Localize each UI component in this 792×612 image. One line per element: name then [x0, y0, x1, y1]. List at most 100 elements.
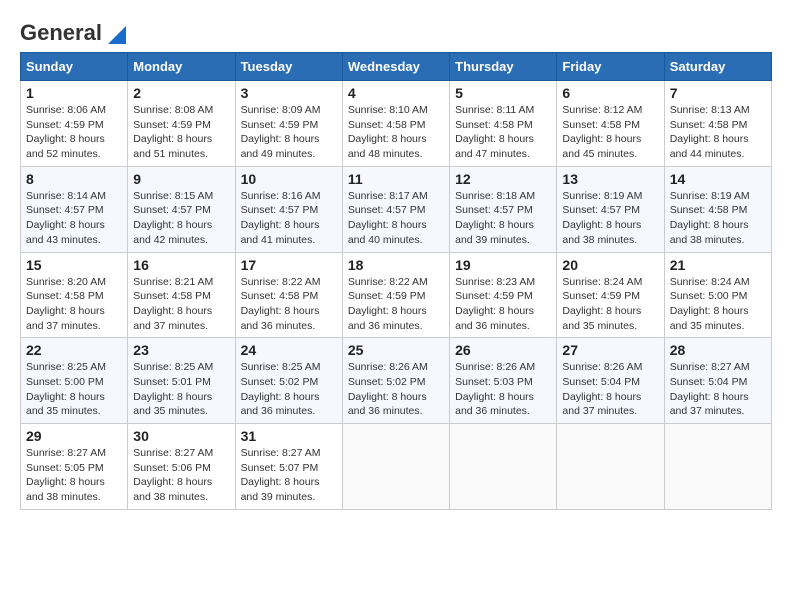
calendar-cell: 7 Sunrise: 8:13 AM Sunset: 4:58 PM Dayli…	[664, 81, 771, 167]
calendar-header-wednesday: Wednesday	[342, 53, 449, 81]
day-info: Sunrise: 8:22 AM Sunset: 4:58 PM Dayligh…	[241, 275, 337, 334]
calendar-cell: 27 Sunrise: 8:26 AM Sunset: 5:04 PM Dayl…	[557, 338, 664, 424]
calendar-cell: 18 Sunrise: 8:22 AM Sunset: 4:59 PM Dayl…	[342, 252, 449, 338]
calendar-cell: 2 Sunrise: 8:08 AM Sunset: 4:59 PM Dayli…	[128, 81, 235, 167]
calendar-cell: 19 Sunrise: 8:23 AM Sunset: 4:59 PM Dayl…	[450, 252, 557, 338]
calendar-cell: 11 Sunrise: 8:17 AM Sunset: 4:57 PM Dayl…	[342, 166, 449, 252]
day-number: 24	[241, 342, 337, 358]
day-info: Sunrise: 8:26 AM Sunset: 5:03 PM Dayligh…	[455, 360, 551, 419]
calendar-cell	[342, 424, 449, 510]
calendar-cell: 30 Sunrise: 8:27 AM Sunset: 5:06 PM Dayl…	[128, 424, 235, 510]
day-info: Sunrise: 8:11 AM Sunset: 4:58 PM Dayligh…	[455, 103, 551, 162]
calendar-header-thursday: Thursday	[450, 53, 557, 81]
day-number: 22	[26, 342, 122, 358]
day-number: 19	[455, 257, 551, 273]
day-info: Sunrise: 8:20 AM Sunset: 4:58 PM Dayligh…	[26, 275, 122, 334]
calendar-cell: 4 Sunrise: 8:10 AM Sunset: 4:58 PM Dayli…	[342, 81, 449, 167]
day-number: 16	[133, 257, 229, 273]
day-info: Sunrise: 8:24 AM Sunset: 4:59 PM Dayligh…	[562, 275, 658, 334]
day-info: Sunrise: 8:17 AM Sunset: 4:57 PM Dayligh…	[348, 189, 444, 248]
day-info: Sunrise: 8:12 AM Sunset: 4:58 PM Dayligh…	[562, 103, 658, 162]
day-number: 15	[26, 257, 122, 273]
calendar-cell: 6 Sunrise: 8:12 AM Sunset: 4:58 PM Dayli…	[557, 81, 664, 167]
day-info: Sunrise: 8:24 AM Sunset: 5:00 PM Dayligh…	[670, 275, 766, 334]
calendar-cell	[664, 424, 771, 510]
day-info: Sunrise: 8:25 AM Sunset: 5:02 PM Dayligh…	[241, 360, 337, 419]
day-number: 21	[670, 257, 766, 273]
calendar-cell: 28 Sunrise: 8:27 AM Sunset: 5:04 PM Dayl…	[664, 338, 771, 424]
day-info: Sunrise: 8:13 AM Sunset: 4:58 PM Dayligh…	[670, 103, 766, 162]
calendar-cell: 8 Sunrise: 8:14 AM Sunset: 4:57 PM Dayli…	[21, 166, 128, 252]
calendar-cell: 3 Sunrise: 8:09 AM Sunset: 4:59 PM Dayli…	[235, 81, 342, 167]
day-number: 11	[348, 171, 444, 187]
day-info: Sunrise: 8:16 AM Sunset: 4:57 PM Dayligh…	[241, 189, 337, 248]
day-number: 18	[348, 257, 444, 273]
calendar-header-monday: Monday	[128, 53, 235, 81]
day-info: Sunrise: 8:15 AM Sunset: 4:57 PM Dayligh…	[133, 189, 229, 248]
day-info: Sunrise: 8:25 AM Sunset: 5:00 PM Dayligh…	[26, 360, 122, 419]
calendar-cell: 25 Sunrise: 8:26 AM Sunset: 5:02 PM Dayl…	[342, 338, 449, 424]
calendar-cell: 13 Sunrise: 8:19 AM Sunset: 4:57 PM Dayl…	[557, 166, 664, 252]
calendar-header-saturday: Saturday	[664, 53, 771, 81]
day-number: 14	[670, 171, 766, 187]
day-info: Sunrise: 8:25 AM Sunset: 5:01 PM Dayligh…	[133, 360, 229, 419]
calendar-cell: 20 Sunrise: 8:24 AM Sunset: 4:59 PM Dayl…	[557, 252, 664, 338]
calendar-cell: 26 Sunrise: 8:26 AM Sunset: 5:03 PM Dayl…	[450, 338, 557, 424]
day-number: 31	[241, 428, 337, 444]
day-number: 27	[562, 342, 658, 358]
calendar-week-5: 29 Sunrise: 8:27 AM Sunset: 5:05 PM Dayl…	[21, 424, 772, 510]
day-info: Sunrise: 8:27 AM Sunset: 5:05 PM Dayligh…	[26, 446, 122, 505]
day-number: 5	[455, 85, 551, 101]
day-info: Sunrise: 8:08 AM Sunset: 4:59 PM Dayligh…	[133, 103, 229, 162]
day-info: Sunrise: 8:06 AM Sunset: 4:59 PM Dayligh…	[26, 103, 122, 162]
day-number: 25	[348, 342, 444, 358]
day-number: 23	[133, 342, 229, 358]
calendar-week-1: 1 Sunrise: 8:06 AM Sunset: 4:59 PM Dayli…	[21, 81, 772, 167]
calendar-cell: 31 Sunrise: 8:27 AM Sunset: 5:07 PM Dayl…	[235, 424, 342, 510]
calendar-cell: 21 Sunrise: 8:24 AM Sunset: 5:00 PM Dayl…	[664, 252, 771, 338]
calendar-week-2: 8 Sunrise: 8:14 AM Sunset: 4:57 PM Dayli…	[21, 166, 772, 252]
day-number: 3	[241, 85, 337, 101]
day-info: Sunrise: 8:27 AM Sunset: 5:04 PM Dayligh…	[670, 360, 766, 419]
calendar-week-3: 15 Sunrise: 8:20 AM Sunset: 4:58 PM Dayl…	[21, 252, 772, 338]
day-info: Sunrise: 8:18 AM Sunset: 4:57 PM Dayligh…	[455, 189, 551, 248]
day-number: 2	[133, 85, 229, 101]
logo-general: General	[20, 20, 102, 46]
calendar-cell: 24 Sunrise: 8:25 AM Sunset: 5:02 PM Dayl…	[235, 338, 342, 424]
calendar-cell: 23 Sunrise: 8:25 AM Sunset: 5:01 PM Dayl…	[128, 338, 235, 424]
calendar-header-friday: Friday	[557, 53, 664, 81]
day-number: 12	[455, 171, 551, 187]
calendar-cell: 5 Sunrise: 8:11 AM Sunset: 4:58 PM Dayli…	[450, 81, 557, 167]
day-info: Sunrise: 8:27 AM Sunset: 5:07 PM Dayligh…	[241, 446, 337, 505]
day-number: 6	[562, 85, 658, 101]
calendar-cell: 17 Sunrise: 8:22 AM Sunset: 4:58 PM Dayl…	[235, 252, 342, 338]
day-number: 7	[670, 85, 766, 101]
calendar-cell: 10 Sunrise: 8:16 AM Sunset: 4:57 PM Dayl…	[235, 166, 342, 252]
calendar-header-row: SundayMondayTuesdayWednesdayThursdayFrid…	[21, 53, 772, 81]
logo-arrow-icon	[104, 22, 126, 44]
calendar-cell: 12 Sunrise: 8:18 AM Sunset: 4:57 PM Dayl…	[450, 166, 557, 252]
day-info: Sunrise: 8:19 AM Sunset: 4:58 PM Dayligh…	[670, 189, 766, 248]
calendar-cell	[557, 424, 664, 510]
day-info: Sunrise: 8:09 AM Sunset: 4:59 PM Dayligh…	[241, 103, 337, 162]
calendar-cell: 9 Sunrise: 8:15 AM Sunset: 4:57 PM Dayli…	[128, 166, 235, 252]
calendar-header-tuesday: Tuesday	[235, 53, 342, 81]
calendar-table: SundayMondayTuesdayWednesdayThursdayFrid…	[20, 52, 772, 510]
day-info: Sunrise: 8:26 AM Sunset: 5:02 PM Dayligh…	[348, 360, 444, 419]
day-number: 4	[348, 85, 444, 101]
day-number: 10	[241, 171, 337, 187]
day-number: 17	[241, 257, 337, 273]
calendar-cell	[450, 424, 557, 510]
day-number: 9	[133, 171, 229, 187]
calendar-cell: 15 Sunrise: 8:20 AM Sunset: 4:58 PM Dayl…	[21, 252, 128, 338]
calendar-cell: 29 Sunrise: 8:27 AM Sunset: 5:05 PM Dayl…	[21, 424, 128, 510]
logo: General	[20, 20, 126, 42]
day-info: Sunrise: 8:27 AM Sunset: 5:06 PM Dayligh…	[133, 446, 229, 505]
day-info: Sunrise: 8:10 AM Sunset: 4:58 PM Dayligh…	[348, 103, 444, 162]
calendar-cell: 1 Sunrise: 8:06 AM Sunset: 4:59 PM Dayli…	[21, 81, 128, 167]
day-info: Sunrise: 8:14 AM Sunset: 4:57 PM Dayligh…	[26, 189, 122, 248]
calendar-body: 1 Sunrise: 8:06 AM Sunset: 4:59 PM Dayli…	[21, 81, 772, 510]
page-header: General	[20, 20, 772, 42]
calendar-week-4: 22 Sunrise: 8:25 AM Sunset: 5:00 PM Dayl…	[21, 338, 772, 424]
day-number: 20	[562, 257, 658, 273]
